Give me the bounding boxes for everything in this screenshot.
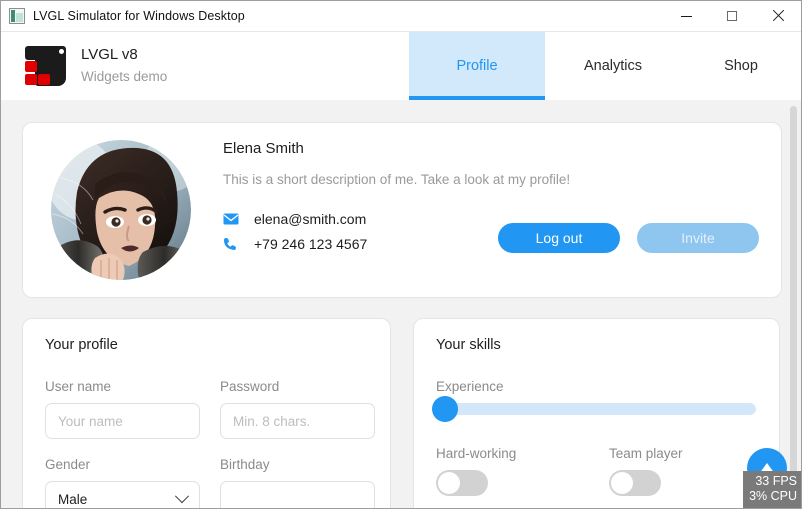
window-title: LVGL Simulator for Windows Desktop — [33, 9, 245, 23]
user-avatar — [51, 140, 191, 280]
phone-icon — [223, 237, 245, 251]
tab-shop[interactable]: Shop — [681, 32, 801, 100]
maximize-button[interactable] — [709, 1, 755, 31]
profile-name: Elena Smith — [223, 140, 304, 157]
username-field-group: User name — [45, 379, 200, 439]
your-profile-title: Your profile — [45, 337, 118, 353]
minimize-button[interactable] — [663, 1, 709, 31]
tab-analytics[interactable]: Analytics — [545, 32, 681, 100]
hard-working-group: Hard-working — [436, 446, 584, 496]
hard-working-label: Hard-working — [436, 446, 517, 461]
password-input[interactable] — [220, 403, 375, 439]
hard-working-toggle[interactable] — [436, 470, 488, 496]
gender-label: Gender — [45, 457, 91, 472]
team-player-group: Team player — [609, 446, 757, 496]
experience-slider-wrap — [432, 396, 757, 422]
lvgl-logo-icon — [23, 44, 67, 88]
close-icon — [772, 10, 784, 22]
experience-label: Experience — [436, 379, 504, 394]
birthday-field-group: Birthday — [220, 457, 375, 508]
team-player-label: Team player — [609, 446, 683, 461]
tab-shop-label: Shop — [724, 58, 758, 74]
tab-analytics-label: Analytics — [583, 58, 643, 74]
password-field-group: Password — [220, 379, 375, 439]
avatar-photo — [51, 140, 191, 280]
tab-bar: Profile Analytics Shop — [409, 32, 801, 100]
content-scroll-area[interactable]: Elena Smith This is a short description … — [1, 100, 801, 508]
invite-button[interactable]: Invite — [637, 223, 759, 253]
email-value: elena@smith.com — [254, 211, 367, 227]
window-controls — [663, 1, 801, 31]
profile-fields-row-2: Gender Male Birthday — [45, 457, 375, 508]
logout-button[interactable]: Log out — [498, 223, 620, 253]
app-header: LVGL v8 Widgets demo Profile Analytics S… — [1, 32, 801, 100]
brand-text: LVGL v8 Widgets demo — [81, 46, 167, 86]
experience-slider[interactable] — [432, 396, 756, 422]
birthday-label: Birthday — [220, 457, 270, 472]
experience-slider-knob[interactable] — [432, 396, 458, 422]
profile-fields-row-1: User name Password — [45, 379, 375, 439]
your-skills-title: Your skills — [436, 337, 501, 353]
vertical-scrollbar[interactable] — [790, 106, 797, 478]
brand: LVGL v8 Widgets demo — [1, 44, 167, 88]
gender-dropdown[interactable]: Male — [45, 481, 200, 508]
your-skills-card: Your skills Experience Hard-working Team… — [413, 318, 780, 508]
window-titlebar[interactable]: LVGL Simulator for Windows Desktop — [1, 1, 801, 32]
profile-description: This is a short description of me. Take … — [223, 172, 571, 187]
password-label: Password — [220, 379, 280, 394]
chevron-down-icon — [174, 489, 190, 504]
gender-value: Male — [58, 491, 88, 507]
tab-profile[interactable]: Profile — [409, 32, 545, 100]
cpu-value: 3% CPU — [749, 489, 797, 503]
close-button[interactable] — [755, 1, 801, 31]
app-window-icon — [9, 8, 25, 24]
profile-card: Elena Smith This is a short description … — [22, 122, 782, 298]
envelope-icon — [223, 213, 245, 225]
brand-title: LVGL v8 — [81, 46, 138, 64]
lvgl-app-area: LVGL v8 Widgets demo Profile Analytics S… — [1, 32, 801, 508]
brand-subtitle: Widgets demo — [81, 68, 168, 84]
tab-profile-label: Profile — [456, 58, 498, 74]
fps-value: 33 FPS — [755, 474, 797, 488]
performance-overlay: 33 FPS 3% CPU — [743, 471, 801, 508]
maximize-icon — [727, 11, 737, 21]
toggle-knob — [611, 472, 633, 494]
lower-cards: Your profile User name Password — [22, 318, 780, 508]
profile-actions: Log out Invite — [498, 223, 759, 253]
toggle-knob — [438, 472, 460, 494]
app-window: LVGL Simulator for Windows Desktop LVGL … — [0, 0, 802, 509]
phone-value: +79 246 123 4567 — [254, 236, 368, 252]
skills-switches: Hard-working Team player — [436, 446, 757, 496]
minimize-icon — [680, 15, 692, 17]
birthday-input[interactable] — [220, 481, 375, 508]
username-input[interactable] — [45, 403, 200, 439]
your-profile-card: Your profile User name Password — [22, 318, 391, 508]
gender-field-group: Gender Male — [45, 457, 200, 508]
team-player-toggle[interactable] — [609, 470, 661, 496]
username-label: User name — [45, 379, 112, 394]
